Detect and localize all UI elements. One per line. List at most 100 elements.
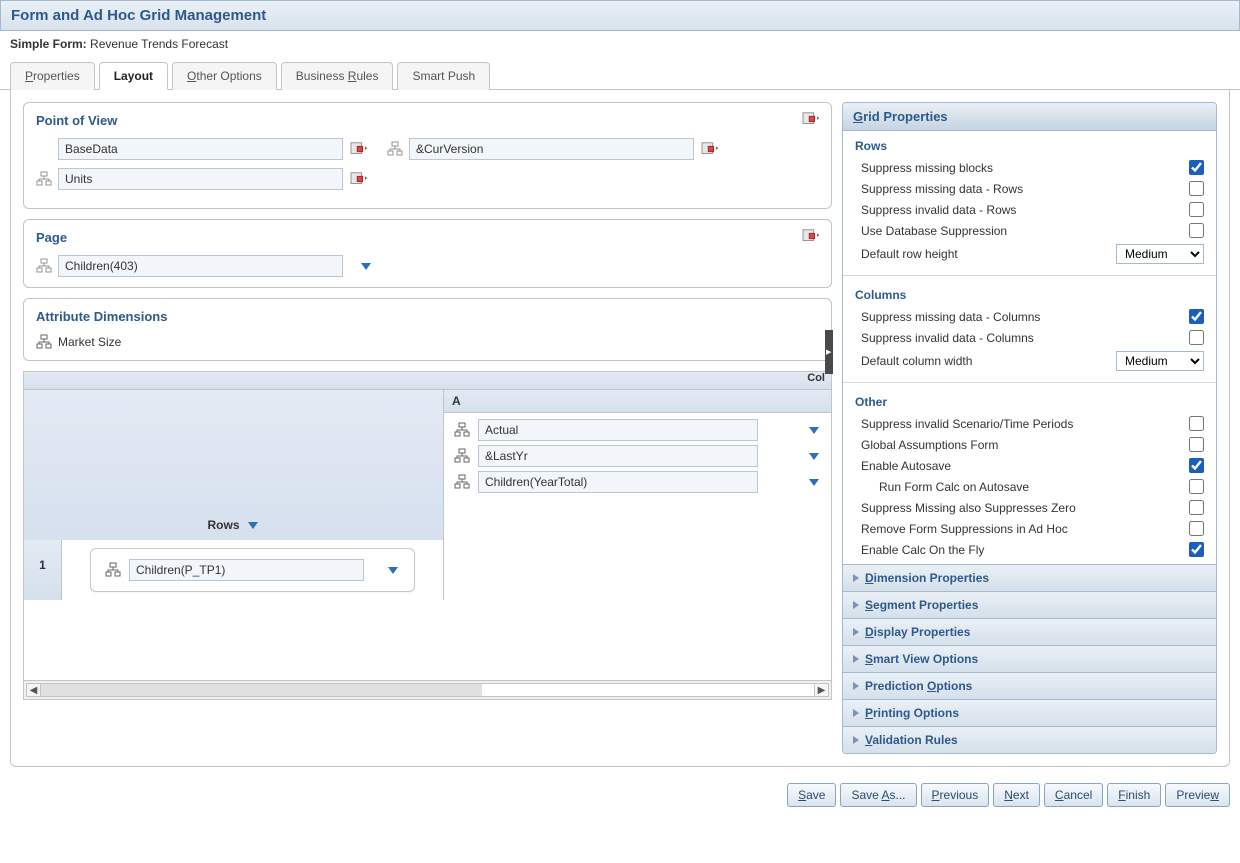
attribute-label: Market Size: [58, 335, 121, 349]
tab-properties[interactable]: Properties: [10, 62, 95, 90]
global-assumptions-checkbox[interactable]: [1189, 437, 1204, 452]
suppress-missing-rows-label: Suppress missing data - Rows: [861, 182, 1189, 196]
supp-scenario-checkbox[interactable]: [1189, 416, 1204, 431]
subtitle-label: Simple Form:: [10, 37, 87, 51]
pov-basedata-input[interactable]: [58, 138, 343, 160]
tab-other-options[interactable]: Other Options: [172, 62, 277, 90]
calc-fly-checkbox[interactable]: [1189, 542, 1204, 557]
autosave-label: Enable Autosave: [861, 459, 1189, 473]
suppress-invalid-rows-checkbox[interactable]: [1189, 202, 1204, 217]
suppress-blocks-checkbox[interactable]: [1189, 160, 1204, 175]
pov-units: [36, 168, 369, 190]
pov-curversion-selector-icon[interactable]: [700, 141, 720, 157]
col-actual-dropdown-icon[interactable]: [807, 423, 821, 437]
hierarchy-icon: [36, 258, 52, 274]
pov-curversion-input[interactable]: [409, 138, 694, 160]
default-row-height-select[interactable]: Medium: [1116, 244, 1204, 264]
row-member-dropdown-icon[interactable]: [386, 563, 400, 577]
footer-buttons: Save Save As... Previous Next Cancel Fin…: [0, 777, 1240, 813]
default-col-width-select[interactable]: Medium: [1116, 351, 1204, 371]
col-yeartotal-dropdown-icon[interactable]: [807, 475, 821, 489]
col-actual-input[interactable]: [478, 419, 758, 441]
tabs: Properties Layout Other Options Business…: [0, 61, 1240, 90]
rows-header-area: Rows: [24, 390, 444, 540]
col-lastyr-input[interactable]: [478, 445, 758, 467]
next-button[interactable]: Next: [993, 783, 1040, 807]
save-button[interactable]: Save: [787, 783, 836, 807]
preview-button[interactable]: Preview: [1165, 783, 1230, 807]
save-as-button[interactable]: Save As...: [840, 783, 916, 807]
previous-button[interactable]: Previous: [921, 783, 990, 807]
rows-dropdown-icon[interactable]: [246, 518, 260, 532]
finish-button[interactable]: Finish: [1107, 783, 1161, 807]
supp-scenario-label: Suppress invalid Scenario/Time Periods: [861, 417, 1189, 431]
accordion-prediction-options[interactable]: Prediction Options: [843, 672, 1216, 699]
col-yeartotal-input[interactable]: [478, 471, 758, 493]
remove-supp-label: Remove Form Suppressions in Ad Hoc: [861, 522, 1189, 536]
other-section-header: Other: [843, 391, 1216, 413]
supp-zero-label: Suppress Missing also Suppresses Zero: [861, 501, 1189, 515]
col-member-yeartotal: [454, 471, 821, 493]
col-lastyr-dropdown-icon[interactable]: [807, 449, 821, 463]
run-calc-checkbox[interactable]: [1189, 479, 1204, 494]
grid-area: Col Rows A: [23, 371, 832, 700]
subtitle-value: Revenue Trends Forecast: [90, 37, 228, 51]
pov-title: Point of View: [36, 113, 819, 128]
accordion-segment-properties[interactable]: Segment Properties: [843, 591, 1216, 618]
chevron-right-icon: [853, 601, 859, 609]
pov-units-input[interactable]: [58, 168, 343, 190]
hierarchy-icon: [454, 448, 470, 464]
accordion-smart-view-options[interactable]: Smart View Options: [843, 645, 1216, 672]
pov-basedata-selector-icon[interactable]: [349, 141, 369, 157]
calc-fly-label: Enable Calc On the Fly: [861, 543, 1189, 557]
tab-business-rules[interactable]: Business Rules: [281, 62, 394, 90]
columns-label: Col: [807, 372, 825, 384]
tab-smart-push[interactable]: Smart Push: [397, 62, 490, 90]
chevron-right-icon: [853, 709, 859, 717]
default-row-height-label: Default row height: [861, 247, 1116, 261]
expand-handle[interactable]: [825, 330, 833, 374]
default-col-width-label: Default column width: [861, 354, 1116, 368]
scroll-left-icon[interactable]: ◀: [27, 684, 41, 696]
grid-columns-header: Col: [24, 372, 831, 390]
scroll-right-icon[interactable]: ▶: [814, 684, 828, 696]
suppress-missing-cols-checkbox[interactable]: [1189, 309, 1204, 324]
remove-supp-checkbox[interactable]: [1189, 521, 1204, 536]
rows-label: Rows: [207, 518, 259, 532]
autosave-checkbox[interactable]: [1189, 458, 1204, 473]
col-member-lastyr: [454, 445, 821, 467]
page-title-label: Page: [36, 230, 819, 245]
accordion-validation-rules[interactable]: Validation Rules: [843, 726, 1216, 753]
scroll-thumb[interactable]: [41, 684, 482, 696]
pov-units-selector-icon[interactable]: [349, 171, 369, 187]
grid-row-1: 1: [24, 540, 831, 600]
pov-basedata: [36, 138, 369, 160]
right-column: Grid Properties Rows Suppress missing bl…: [842, 102, 1217, 754]
page-member-input[interactable]: [58, 255, 343, 277]
suppress-invalid-cols-checkbox[interactable]: [1189, 330, 1204, 345]
cancel-button[interactable]: Cancel: [1044, 783, 1103, 807]
main-area: Point of View: [10, 90, 1230, 767]
suppress-invalid-cols-label: Suppress invalid data - Columns: [861, 331, 1189, 345]
accordion-dimension-properties[interactable]: Dimension Properties: [843, 564, 1216, 591]
use-db-suppression-checkbox[interactable]: [1189, 223, 1204, 238]
pov-dimension-props-icon[interactable]: [801, 111, 821, 127]
attribute-title: Attribute Dimensions: [36, 309, 819, 324]
hierarchy-icon: [105, 562, 121, 578]
columns-section-header: Columns: [843, 284, 1216, 306]
horizontal-scrollbar[interactable]: ◀ ▶: [24, 680, 831, 699]
accordion-display-properties[interactable]: Display Properties: [843, 618, 1216, 645]
suppress-missing-rows-checkbox[interactable]: [1189, 181, 1204, 196]
accordion-printing-options[interactable]: Printing Options: [843, 699, 1216, 726]
run-calc-label: Run Form Calc on Autosave: [879, 480, 1189, 494]
row-number: 1: [24, 540, 62, 600]
attribute-panel: Attribute Dimensions Market Size: [23, 298, 832, 361]
supp-zero-checkbox[interactable]: [1189, 500, 1204, 515]
page-dropdown-icon[interactable]: [359, 259, 373, 273]
use-db-suppression-label: Use Database Suppression: [861, 224, 1189, 238]
tab-layout[interactable]: Layout: [99, 62, 168, 90]
row-member-input[interactable]: [129, 559, 364, 581]
hierarchy-icon: [454, 422, 470, 438]
page-dimension-props-icon[interactable]: [801, 228, 821, 244]
suppress-missing-cols-label: Suppress missing data - Columns: [861, 310, 1189, 324]
